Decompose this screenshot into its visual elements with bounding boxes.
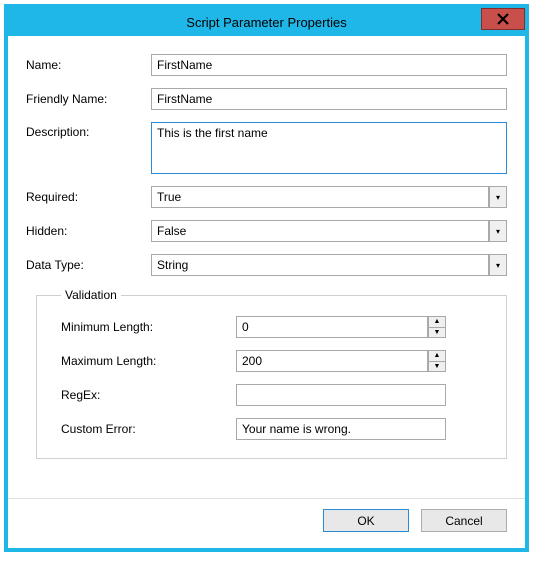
window-title: Script Parameter Properties: [186, 15, 346, 30]
spin-up-icon[interactable]: ▲: [429, 351, 445, 362]
min-length-input[interactable]: [236, 316, 428, 338]
max-length-stepper[interactable]: ▲ ▼: [236, 350, 446, 372]
close-icon: [497, 13, 509, 25]
max-length-label: Maximum Length:: [61, 354, 236, 368]
description-textarea[interactable]: [151, 122, 507, 174]
chevron-down-icon[interactable]: ▾: [489, 186, 507, 208]
name-label: Name:: [26, 58, 151, 72]
regex-label: RegEx:: [61, 388, 236, 402]
dialog-window: Script Parameter Properties Name: Friend…: [4, 4, 529, 552]
friendly-name-input[interactable]: [151, 88, 507, 110]
cancel-button[interactable]: Cancel: [421, 509, 507, 532]
spin-down-icon[interactable]: ▼: [429, 362, 445, 372]
datatype-label: Data Type:: [26, 258, 151, 272]
max-length-input[interactable]: [236, 350, 428, 372]
spin-down-icon[interactable]: ▼: [429, 328, 445, 338]
description-label: Description:: [26, 122, 151, 139]
name-input[interactable]: [151, 54, 507, 76]
required-select[interactable]: ▾: [151, 186, 507, 208]
validation-group: Validation Minimum Length: ▲ ▼ Maximum L…: [36, 288, 507, 459]
close-button[interactable]: [481, 8, 525, 30]
ok-button[interactable]: OK: [323, 509, 409, 532]
dialog-content: Name: Friendly Name: Description: Requir…: [8, 36, 525, 498]
regex-input[interactable]: [236, 384, 446, 406]
friendly-name-label: Friendly Name:: [26, 92, 151, 106]
datatype-value[interactable]: [151, 254, 489, 276]
chevron-down-icon[interactable]: ▾: [489, 220, 507, 242]
titlebar: Script Parameter Properties: [8, 8, 525, 36]
custom-error-input[interactable]: [236, 418, 446, 440]
min-length-stepper[interactable]: ▲ ▼: [236, 316, 446, 338]
hidden-value[interactable]: [151, 220, 489, 242]
custom-error-label: Custom Error:: [61, 422, 236, 436]
button-bar: OK Cancel: [8, 498, 525, 548]
spin-up-icon[interactable]: ▲: [429, 317, 445, 328]
required-label: Required:: [26, 190, 151, 204]
validation-legend: Validation: [61, 288, 121, 302]
chevron-down-icon[interactable]: ▾: [489, 254, 507, 276]
min-length-label: Minimum Length:: [61, 320, 236, 334]
required-value[interactable]: [151, 186, 489, 208]
hidden-label: Hidden:: [26, 224, 151, 238]
hidden-select[interactable]: ▾: [151, 220, 507, 242]
datatype-select[interactable]: ▾: [151, 254, 507, 276]
